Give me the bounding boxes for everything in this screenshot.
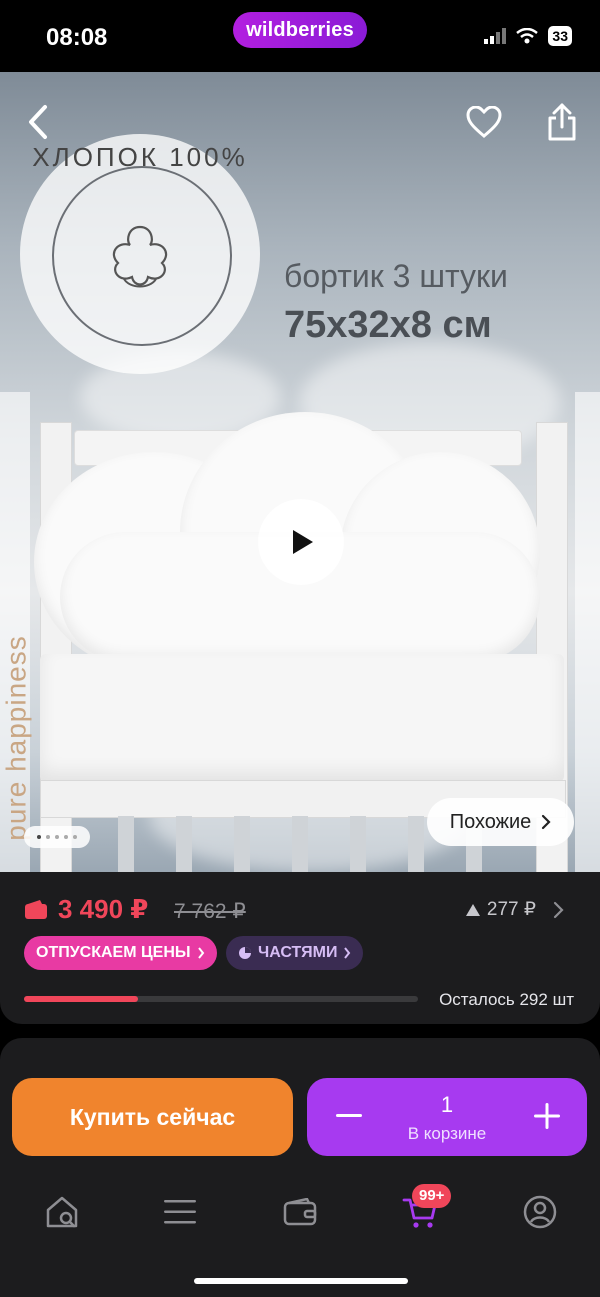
home-indicator[interactable] [194, 1278, 408, 1284]
gallery-pagination[interactable] [24, 826, 90, 848]
current-price: 3 490 ₽ [58, 894, 149, 924]
chevron-right-icon [542, 814, 551, 830]
tab-wallet[interactable] [276, 1188, 324, 1236]
pagination-dot [73, 835, 77, 839]
stock-progress-bar [24, 996, 418, 1002]
cart-stepper: 1 В корзине [307, 1078, 587, 1156]
sale-chip[interactable]: ОТПУСКАЕМ ЦЕНЫ [24, 936, 217, 970]
menu-icon [164, 1200, 196, 1224]
chevron-right-icon [553, 901, 564, 918]
battery-icon: 33 [548, 26, 572, 46]
status-icons: 33 [484, 26, 572, 46]
old-price: 7 762 ₽ [174, 900, 246, 923]
sale-chip-label: ОТПУСКАЕМ ЦЕНЫ [36, 944, 191, 961]
pagination-dot [55, 835, 59, 839]
status-bar: 08:08 wildberries 33 [0, 0, 600, 72]
side-decoration-right [575, 392, 600, 872]
play-icon [293, 530, 313, 554]
installments-chip-label: ЧАСТЯМИ [258, 944, 338, 961]
wifi-icon [516, 28, 539, 44]
hero-title: бортик 3 штуки [284, 258, 508, 294]
increase-quantity-button[interactable] [525, 1094, 569, 1138]
cart-count-badge: 99+ [412, 1184, 452, 1208]
triangle-up-icon [465, 903, 480, 916]
heart-icon [466, 106, 502, 138]
crib-mattress [40, 654, 564, 782]
share-button[interactable] [540, 100, 584, 144]
crib-bar [234, 816, 250, 872]
similar-label: Похожие [449, 810, 532, 833]
stock-progress-fill [24, 996, 139, 1002]
crib-bar [176, 816, 192, 872]
profile-icon [523, 1195, 557, 1229]
hero-size: 75х32х8 см [284, 304, 492, 346]
pie-chart-icon [239, 947, 251, 959]
share-icon [548, 103, 576, 141]
side-text: pure happiness [0, 635, 32, 841]
tab-catalog[interactable] [156, 1188, 204, 1236]
tab-home-search[interactable] [38, 1188, 86, 1236]
plus-icon [534, 1103, 560, 1129]
cotton-badge-text: ХЛОПОК 100% [32, 142, 248, 172]
crib-bar [292, 816, 308, 872]
buy-now-button[interactable]: Купить сейчас [12, 1078, 293, 1156]
chevron-right-icon [197, 947, 204, 959]
installments-chip[interactable]: ЧАСТЯМИ [226, 936, 364, 970]
favorite-button[interactable] [462, 100, 506, 144]
home-search-icon [46, 1196, 78, 1228]
crib-bar [350, 816, 366, 872]
wallet-icon [283, 1198, 317, 1226]
signal-icon [484, 28, 507, 44]
cotton-flower-icon [112, 225, 168, 288]
points-value: 277 ₽ [486, 899, 536, 920]
status-time: 08:08 [46, 24, 108, 51]
price-card: 3 490 ₽ 7 762 ₽ 277 ₽ ОТПУСКАЕМ ЦЕНЫ ЧАС… [0, 872, 600, 1024]
tab-profile[interactable] [516, 1188, 564, 1236]
chevron-left-icon [29, 105, 47, 139]
brand-pill[interactable]: wildberries [233, 12, 367, 48]
points-link[interactable]: 277 ₽ [465, 898, 566, 921]
similar-button[interactable]: Похожие [427, 798, 574, 846]
crib-bar [118, 816, 134, 872]
play-video-button[interactable] [258, 499, 344, 585]
crib-bar [408, 816, 424, 872]
purchase-actions: Купить сейчас 1 В корзине [0, 1064, 600, 1174]
chevron-right-icon [344, 947, 351, 959]
pagination-dot [46, 835, 50, 839]
product-gallery[interactable]: pure happiness ХЛОПОК 100% бортик 3 штук… [0, 72, 600, 872]
back-button[interactable] [16, 100, 60, 144]
pagination-dot [37, 835, 41, 839]
pagination-dot [64, 835, 68, 839]
stock-remaining: Осталось 292 шт [439, 990, 574, 1009]
wallet-icon [25, 900, 47, 919]
